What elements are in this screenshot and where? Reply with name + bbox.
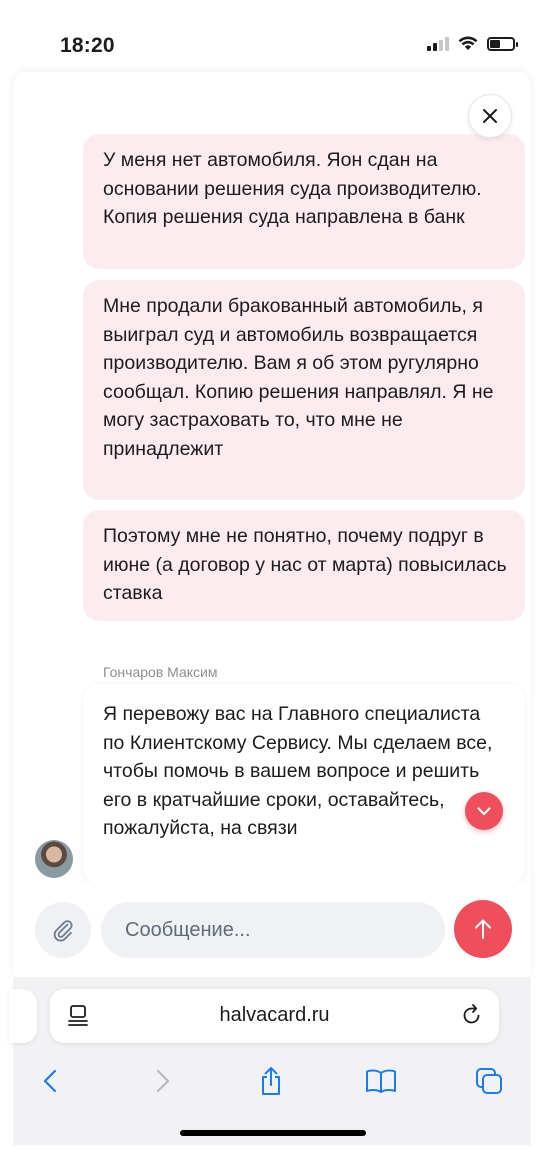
scroll-down-button[interactable] (465, 792, 503, 830)
user-message: Мне продали бракованный автомобиль, я вы… (83, 280, 525, 500)
share-icon (262, 1067, 280, 1095)
address-bar[interactable]: halvacard.ru (50, 989, 499, 1043)
status-time: 18:20 (60, 34, 115, 57)
paperclip-icon (53, 920, 73, 942)
bookmarks-button[interactable] (361, 1061, 401, 1101)
close-button[interactable] (468, 94, 512, 138)
agent-message: Я перевожу вас на Главного специалиста п… (83, 684, 525, 884)
home-indicator (180, 1130, 366, 1136)
browser-toolbar-area: halvacard.ru (9, 977, 531, 1145)
user-message: Поэтому мне не понятно, почему подруг в … (83, 510, 525, 621)
chat-sheet: У меня нет автомобиля. Яон сдан на основ… (13, 72, 531, 977)
book-icon (366, 1069, 396, 1093)
cellular-signal-icon (427, 36, 449, 51)
url-text: halvacard.ru (219, 1004, 330, 1026)
arrow-up-icon (475, 919, 491, 939)
reload-icon[interactable] (461, 1003, 483, 1027)
user-message: У меня нет автомобиля. Яон сдан на основ… (83, 134, 525, 269)
battery-icon (487, 36, 518, 51)
chevron-left-icon (43, 1069, 57, 1093)
agent-avatar (35, 840, 73, 878)
wifi-icon (458, 36, 478, 50)
tabs-icon (476, 1068, 502, 1094)
status-icons (427, 36, 518, 51)
close-icon (483, 109, 497, 123)
previous-tab-preview[interactable] (9, 989, 37, 1043)
send-button[interactable] (454, 900, 512, 958)
status-bar: 18:20 (0, 0, 555, 70)
browser-toolbar (13, 1057, 531, 1101)
chevron-right-icon (156, 1069, 170, 1093)
back-button[interactable] (30, 1061, 70, 1101)
tabs-button[interactable] (469, 1061, 509, 1101)
share-button[interactable] (251, 1061, 291, 1101)
chevron-down-icon (477, 806, 491, 815)
agent-name: Гончаров Максим (103, 664, 218, 680)
composer (13, 882, 531, 977)
attach-button[interactable] (35, 902, 91, 958)
message-input[interactable] (101, 902, 445, 958)
forward-button[interactable] (143, 1061, 183, 1101)
